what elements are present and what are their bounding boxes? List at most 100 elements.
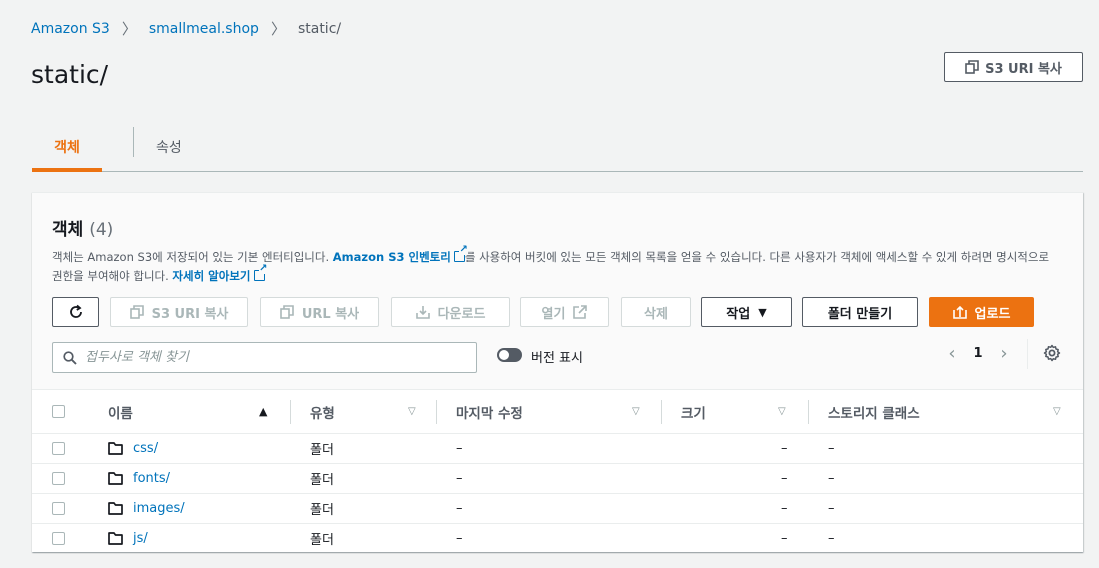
object-link[interactable]: js/ (133, 531, 148, 546)
show-versions-toggle[interactable] (497, 348, 522, 362)
download-button[interactable]: 다운로드 (391, 297, 510, 327)
column-size-label: 크기 (681, 405, 706, 422)
breadcrumb: Amazon S3 〉 smallmeal.shop 〉 static/ (31, 18, 341, 39)
column-divider (290, 400, 291, 424)
copy-url-label: URL 복사 (301, 306, 360, 322)
storage-cell: – (808, 493, 1083, 524)
tab-objects[interactable]: 객체 (32, 122, 102, 172)
copy-icon (965, 60, 979, 74)
breadcrumb-current: static/ (297, 20, 342, 37)
row-select-cell (32, 433, 90, 464)
type-cell: 폴더 (290, 463, 436, 494)
open-button[interactable]: 열기 (520, 297, 609, 327)
search-icon (63, 350, 77, 365)
row-checkbox[interactable] (52, 472, 65, 485)
type-cell: 폴더 (290, 493, 436, 524)
tab-properties[interactable]: 속성 (156, 122, 182, 171)
objects-panel: 객체 (4) 객체는 Amazon S3에 저장되어 있는 기본 엔터티입니다.… (32, 192, 1083, 552)
size-cell: – (661, 463, 808, 494)
pager-divider (1027, 339, 1028, 369)
delete-label: 삭제 (644, 306, 668, 322)
breadcrumb-amazon-s3[interactable]: Amazon S3 (31, 21, 110, 37)
objects-count: (4) (89, 220, 114, 240)
copy-url-button[interactable]: URL 복사 (260, 297, 379, 327)
desc-text-1: 객체는 Amazon S3에 저장되어 있는 기본 엔터티입니다. (52, 250, 330, 264)
tab-bar: 객체 속성 (32, 122, 1083, 172)
object-link[interactable]: fonts/ (133, 471, 170, 486)
external-link-icon (253, 264, 268, 281)
name-cell: fonts/ (90, 463, 290, 494)
modified-cell: – (436, 493, 661, 524)
table-row: css/ 폴더 – – – (32, 433, 1083, 464)
copy-icon (280, 305, 294, 319)
next-page-icon[interactable]: › (989, 343, 1019, 364)
search-box (52, 342, 477, 373)
row-checkbox[interactable] (52, 502, 65, 515)
objects-title-text: 객체 (52, 220, 84, 240)
column-name[interactable]: 이름 ▲ (90, 390, 290, 434)
column-type[interactable]: 유형 ▽ (290, 390, 436, 434)
refresh-button[interactable] (52, 297, 99, 327)
column-storage-class[interactable]: 스토리지 클래스 ▽ (808, 390, 1083, 434)
upload-icon (952, 305, 967, 319)
table-header-row: 이름 ▲ 유형 ▽ 마지막 수정 ▽ 크기 ▽ 스토리지 클래스 ▽ (32, 389, 1083, 434)
objects-panel-header: 객체 (4) 객체는 Amazon S3에 저장되어 있는 기본 엔터티입니다.… (32, 193, 1083, 389)
column-divider (436, 400, 437, 424)
copy-s3-uri-button[interactable]: S3 URI 복사 (110, 297, 248, 327)
delete-button[interactable]: 삭제 (621, 297, 691, 327)
folder-icon (108, 472, 123, 485)
tab-divider (133, 127, 134, 157)
object-link[interactable]: images/ (133, 501, 185, 516)
external-link-icon (573, 305, 588, 319)
copy-s3-uri-header-button[interactable]: S3 URI 복사 (944, 52, 1083, 82)
create-folder-label: 폴더 만들기 (827, 306, 893, 322)
column-name-label: 이름 (108, 405, 133, 422)
row-checkbox[interactable] (52, 442, 65, 455)
caret-down-icon: ▼ (758, 305, 767, 319)
type-cell: 폴더 (310, 533, 334, 549)
inventory-link-label: Amazon S3 인벤토리 (332, 250, 451, 264)
select-all-checkbox[interactable] (52, 405, 65, 418)
sort-icon: ▽ (408, 406, 416, 417)
row-select-cell (32, 463, 90, 494)
current-page[interactable]: 1 (967, 346, 989, 361)
column-modified-label: 마지막 수정 (456, 405, 523, 422)
objects-table: 이름 ▲ 유형 ▽ 마지막 수정 ▽ 크기 ▽ 스토리지 클래스 ▽ css/ … (32, 389, 1083, 554)
create-folder-button[interactable]: 폴더 만들기 (802, 297, 918, 327)
objects-description: 객체는 Amazon S3에 저장되어 있는 기본 엔터티입니다. Amazon… (52, 245, 1052, 286)
breadcrumb-bucket[interactable]: smallmeal.shop (149, 21, 259, 37)
row-checkbox[interactable] (52, 532, 65, 546)
row-select-cell (32, 524, 90, 554)
column-divider (808, 400, 809, 424)
select-all-cell (32, 390, 90, 434)
column-divider (661, 400, 662, 424)
search-input[interactable] (85, 350, 465, 365)
inventory-link[interactable]: Amazon S3 인벤토리 (332, 245, 468, 264)
gear-icon[interactable] (1042, 343, 1062, 363)
table-row: fonts/ 폴더 – – – (32, 463, 1083, 494)
table-row: images/ 폴더 – – – (32, 493, 1083, 524)
folder-icon (108, 442, 123, 455)
row-select-cell (32, 493, 90, 524)
previous-page-icon[interactable]: ‹ (937, 343, 967, 364)
name-cell: js/ (90, 524, 290, 554)
learn-more-link[interactable]: 자세히 알아보기 (172, 264, 268, 283)
name-cell: images/ (90, 493, 290, 524)
refresh-icon (69, 304, 82, 318)
modified-cell: – (436, 463, 661, 494)
actions-dropdown[interactable]: 작업 ▼ (701, 297, 792, 327)
upload-label: 업로드 (974, 306, 1011, 322)
objects-panel-title: 객체 (4) (52, 215, 113, 240)
column-last-modified[interactable]: 마지막 수정 ▽ (436, 390, 661, 434)
type-cell: 폴더 (290, 433, 436, 464)
column-storage-label: 스토리지 클래스 (828, 405, 920, 422)
open-label: 열기 (541, 306, 566, 322)
object-link[interactable]: css/ (133, 441, 158, 456)
upload-button[interactable]: 업로드 (929, 297, 1034, 327)
external-link-icon (453, 245, 468, 262)
name-cell: css/ (90, 433, 290, 464)
show-versions-label: 버전 표시 (531, 351, 583, 366)
chevron-right-icon: 〉 (270, 20, 286, 38)
sort-icon: ▽ (778, 406, 786, 417)
column-size[interactable]: 크기 ▽ (661, 390, 808, 434)
